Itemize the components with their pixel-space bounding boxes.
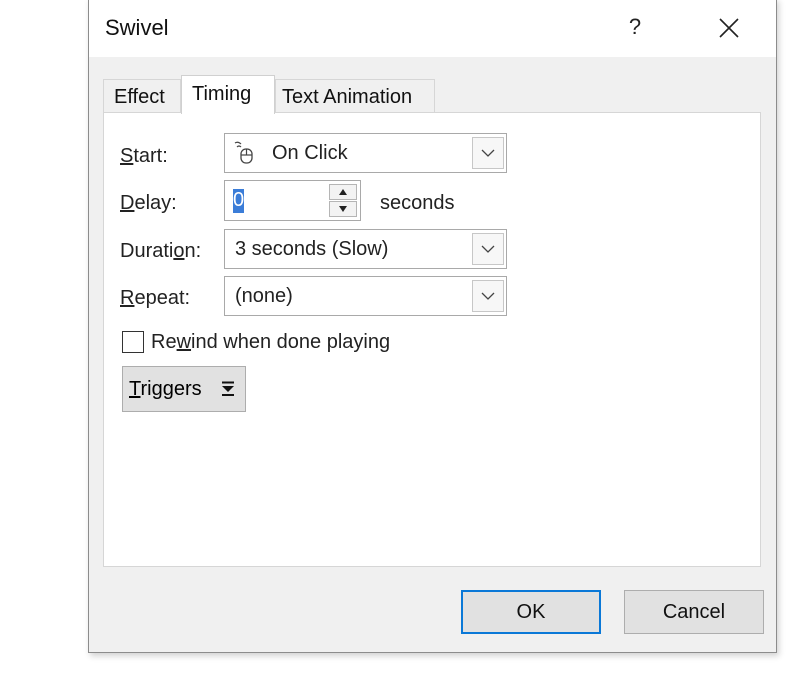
start-value: On Click [272, 142, 348, 164]
duration-combo[interactable]: 3 seconds (Slow) [224, 229, 507, 269]
repeat-combo[interactable]: (none) [224, 276, 507, 316]
spin-up-button[interactable] [329, 184, 357, 200]
mouse-icon [234, 141, 253, 164]
chevron-down-icon [481, 149, 495, 157]
triangle-up-icon [339, 189, 347, 195]
help-button[interactable]: ? [615, 11, 655, 43]
repeat-value: (none) [235, 285, 293, 307]
duration-dropdown-button[interactable] [472, 233, 504, 265]
swivel-dialog: Swivel ? Effect Timing Text Animation St… [88, 0, 777, 653]
dialog-title: Swivel [105, 15, 169, 40]
start-label: Start: [120, 145, 168, 167]
rewind-label[interactable]: Rewind when done playing [151, 331, 390, 354]
delay-label: Delay: [120, 192, 177, 214]
delay-spinner[interactable]: 0 [224, 180, 361, 221]
close-icon [719, 18, 739, 38]
start-dropdown-button[interactable] [472, 137, 504, 169]
duration-label: Duration: [120, 240, 202, 262]
expand-down-icon [222, 381, 234, 396]
tab-text-animation[interactable]: Text Animation [275, 79, 435, 113]
start-combo[interactable]: On Click [224, 133, 507, 173]
repeat-dropdown-button[interactable] [472, 280, 504, 312]
repeat-label: Repeat: [120, 287, 191, 309]
rewind-checkbox[interactable] [122, 331, 144, 353]
spin-down-button[interactable] [329, 201, 357, 217]
ok-button[interactable]: OK [461, 590, 601, 634]
delay-value[interactable]: 0 [233, 181, 244, 220]
triggers-button[interactable]: Triggers [122, 366, 246, 412]
close-button[interactable] [709, 11, 749, 43]
chevron-down-icon [481, 245, 495, 253]
cancel-button[interactable]: Cancel [624, 590, 764, 634]
tab-timing[interactable]: Timing [181, 75, 275, 114]
tab-effect[interactable]: Effect [103, 79, 181, 113]
chevron-down-icon [481, 292, 495, 300]
duration-value: 3 seconds (Slow) [235, 238, 389, 260]
title-bar: Swivel ? [89, 0, 776, 57]
timing-panel: Start: On Click Delay: 0 seconds Duratio… [103, 112, 761, 567]
triangle-down-icon [339, 206, 347, 212]
delay-unit-label: seconds [380, 192, 455, 214]
